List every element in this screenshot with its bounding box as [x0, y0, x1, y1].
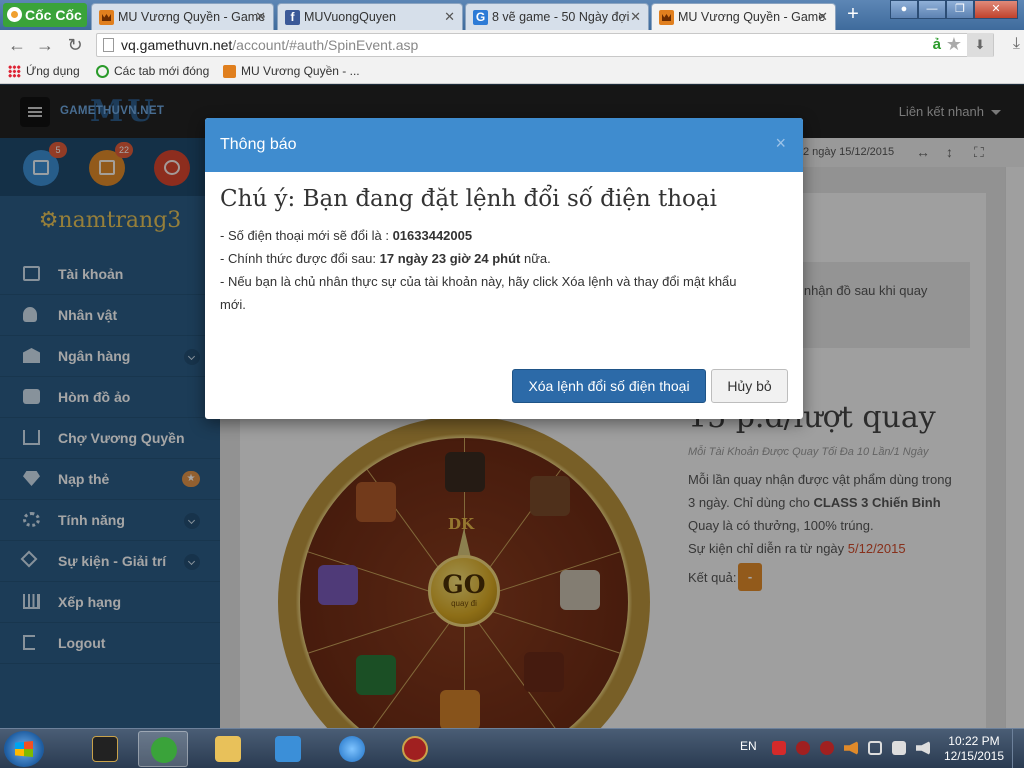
windows-taskbar: EN 10:22 PM 12/15/2015: [0, 728, 1024, 768]
window-close-button[interactable]: ✕: [974, 0, 1018, 19]
bookmarks-bar: Ứng dụng Các tab mới đóng MU Vương Quyền…: [0, 60, 1024, 84]
language-indicator[interactable]: EN: [740, 739, 757, 753]
url-host: vq.gamethuvn.net: [121, 37, 233, 53]
apps-grid-icon: [8, 65, 21, 78]
url-input[interactable]: vq.gamethuvn.net/account/#auth/SpinEvent…: [96, 33, 994, 57]
bookmark-recent-tabs[interactable]: Các tab mới đóng: [96, 64, 209, 78]
folder-icon: [215, 736, 241, 762]
mu-tray-icon[interactable]: [796, 741, 810, 755]
modal-countdown-line: - Chính thức được đổi sau: 17 ngày 23 gi…: [220, 251, 551, 266]
taskbar-mu-game[interactable]: [80, 731, 130, 767]
bookmark-mu[interactable]: MU Vương Quyền - ...: [223, 64, 360, 78]
close-tab-icon[interactable]: ✕: [255, 9, 266, 25]
coccoc-icon: [151, 737, 177, 763]
reload-button[interactable]: ↻: [64, 35, 86, 55]
dismiss-button[interactable]: Hủy bỏ: [711, 369, 788, 403]
back-button[interactable]: ←: [6, 35, 28, 55]
g-favicon-icon: G: [473, 10, 488, 25]
clock-time: 10:22 PM: [948, 734, 1000, 748]
minimize-button[interactable]: —: [918, 0, 946, 19]
countdown-value: 17 ngày 23 giờ 24 phút: [379, 251, 521, 266]
close-icon[interactable]: ×: [775, 133, 786, 154]
new-tab-button[interactable]: +: [842, 4, 864, 25]
translate-icon[interactable]: ả: [933, 36, 941, 53]
browser-tab-3[interactable]: G 8 vẽ game - 50 Ngày đợi ✕: [465, 3, 649, 30]
tab-title: 8 vẽ game - 50 Ngày đợi: [492, 10, 630, 24]
address-bar-row: ← → ↻ vq.gamethuvn.net/account/#auth/Spi…: [0, 30, 1024, 60]
taskbar-mu-launcher[interactable]: [390, 731, 440, 767]
notification-modal: Thông báo × Chú ý: Bạn đang đặt lệnh đổi…: [205, 118, 803, 419]
bookmark-star-icon[interactable]: ★: [946, 34, 962, 55]
user-icon[interactable]: ●: [890, 0, 918, 19]
speaker-alert-icon[interactable]: [844, 741, 858, 755]
tab-title: MUVuongQuyen: [304, 10, 396, 24]
start-button[interactable]: [4, 731, 44, 767]
save-video-icon[interactable]: ⬇: [967, 33, 993, 57]
network-icon[interactable]: [868, 741, 882, 755]
media-player-icon: [275, 736, 301, 762]
internet-explorer-icon: [339, 736, 365, 762]
modal-header: Thông báo ×: [205, 118, 803, 172]
show-desktop-button[interactable]: [1012, 729, 1024, 768]
browser-tab-1[interactable]: MU Vương Quyền - Game ✕: [91, 3, 274, 30]
mu-favicon-icon: [223, 65, 236, 78]
taskbar-explorer[interactable]: [203, 731, 253, 767]
close-tab-icon[interactable]: ✕: [817, 9, 828, 25]
modal-heading: Chú ý: Bạn đang đặt lệnh đổi số điện tho…: [220, 186, 717, 212]
taskbar-coccoc[interactable]: [138, 731, 188, 767]
browser-logo[interactable]: Cốc Cốc: [3, 3, 87, 27]
modal-warning-line: - Nếu bạn là chủ nhân thực sự của tài kh…: [220, 274, 737, 289]
taskbar-ie[interactable]: [327, 731, 377, 767]
modal-phone-line: - Số điện thoại mới sẽ đổi là : 01633442…: [220, 228, 473, 243]
modal-warning-line-cont: mới.: [220, 297, 246, 312]
mu-favicon-icon: [659, 10, 674, 25]
mu-favicon-icon: [99, 10, 114, 25]
close-tab-icon[interactable]: ✕: [630, 9, 641, 25]
v-tray-icon[interactable]: [772, 741, 786, 755]
browser-tab-2[interactable]: f MUVuongQuyen ✕: [277, 3, 463, 30]
window-controls: ● — ❐ ✕: [890, 0, 1018, 20]
facebook-favicon-icon: f: [285, 10, 300, 25]
maximize-button[interactable]: ❐: [946, 0, 974, 19]
browser-tab-4-active[interactable]: MU Vương Quyền - Game ✕: [651, 3, 836, 30]
cancel-phone-change-button[interactable]: Xóa lệnh đổi số điện thoại: [512, 369, 706, 403]
history-icon: [96, 65, 109, 78]
system-clock[interactable]: 10:22 PM 12/15/2015: [944, 734, 1004, 764]
browser-tab-bar: Cốc Cốc MU Vương Quyền - Game ✕ f MUVuon…: [0, 0, 1024, 30]
download-icon[interactable]: ⤓: [1013, 35, 1020, 53]
url-path: /account/#auth/SpinEvent.asp: [232, 37, 419, 53]
tab-title: MU Vương Quyền - Game: [678, 10, 826, 24]
page-icon: [103, 38, 114, 52]
action-center-icon[interactable]: [892, 741, 906, 755]
bookmark-apps[interactable]: Ứng dụng: [8, 64, 80, 78]
mu-launcher-icon: [402, 736, 428, 762]
forward-button[interactable]: →: [34, 35, 56, 55]
mu-game-icon: [92, 736, 118, 762]
clock-date: 12/15/2015: [943, 749, 1004, 763]
close-tab-icon[interactable]: ✕: [444, 9, 455, 25]
modal-title: Thông báo: [220, 136, 297, 153]
new-phone-number: 01633442005: [392, 228, 473, 243]
taskbar-media-player[interactable]: [263, 731, 313, 767]
coccoc-leaf-icon: [7, 7, 22, 22]
tab-title: MU Vương Quyền - Game: [118, 10, 266, 24]
volume-icon[interactable]: [916, 741, 930, 755]
mu-tray-icon[interactable]: [820, 741, 834, 755]
